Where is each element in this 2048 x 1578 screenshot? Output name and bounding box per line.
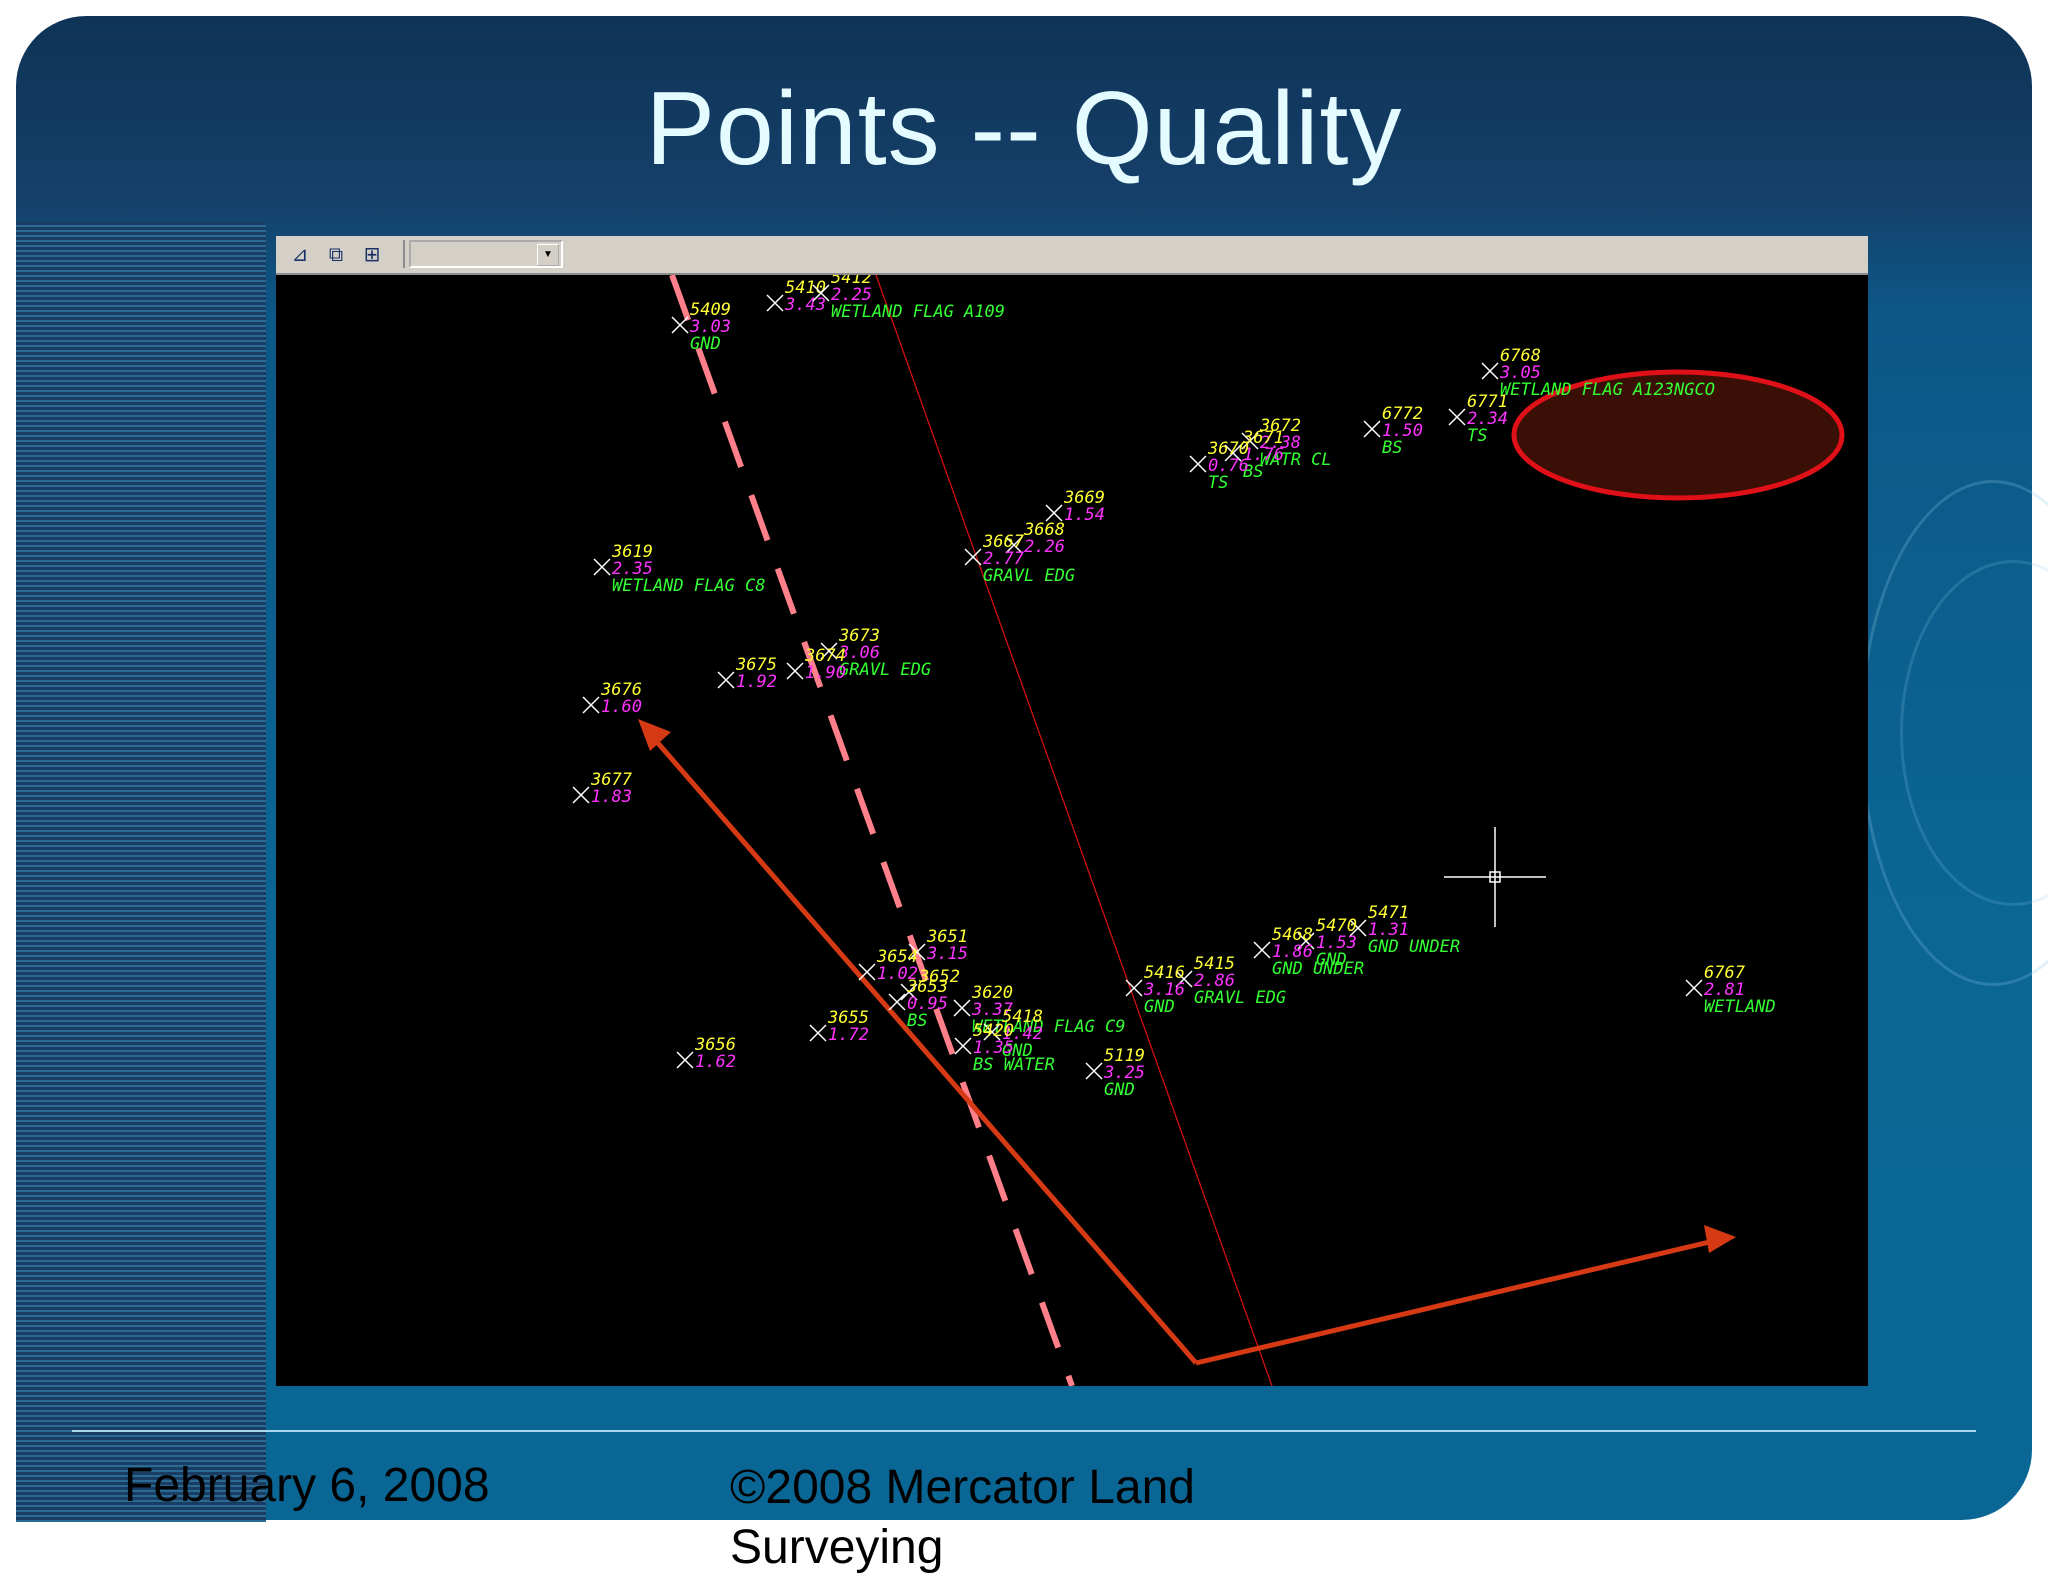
point-elevation-label: 2.26 <box>1024 537 1065 557</box>
point-elevation-label: 1.83 <box>591 787 632 807</box>
survey-point-marker[interactable] <box>676 1051 694 1069</box>
point-description-label: BS <box>907 1011 927 1031</box>
footer-date: February 6, 2008 <box>124 1459 490 1512</box>
survey-point-marker[interactable] <box>1189 455 1207 473</box>
point-description-label: BS WATER <box>973 1055 1055 1075</box>
point-elevation-label: 3.15 <box>926 944 968 964</box>
survey-point-marker[interactable] <box>1085 1062 1103 1080</box>
survey-point-marker[interactable] <box>766 294 784 312</box>
survey-point-marker[interactable] <box>1253 941 1271 959</box>
footer-copyright: ©2008 Mercator Land Surveying <box>730 1461 1195 1574</box>
point-description-label: TS <box>1467 426 1487 446</box>
point-description-label: GND <box>1104 1080 1135 1100</box>
point-elevation-label: 3.43 <box>784 295 826 315</box>
point-description-label: WETLAND <box>1704 997 1776 1017</box>
point-elevation-label: 1.54 <box>1064 505 1105 525</box>
survey-point-marker[interactable] <box>1481 362 1499 380</box>
point-description-label: GND UNDER <box>1368 937 1460 957</box>
survey-points-layer: 54103.4354093.03GND54122.25WETLAND FLAG … <box>572 275 1776 1100</box>
point-elevation-label: 1.92 <box>736 672 777 692</box>
survey-point-marker[interactable] <box>1448 408 1466 426</box>
point-description-label: GND <box>1144 997 1175 1017</box>
cad-drawing-canvas[interactable]: 54103.4354093.03GND54122.25WETLAND FLAG … <box>276 275 1868 1386</box>
point-description-label: GRAVL EDG <box>983 566 1075 586</box>
point-description-label: GND UNDER <box>1272 959 1364 979</box>
survey-point-marker[interactable] <box>953 999 971 1017</box>
survey-point-marker[interactable] <box>671 316 689 334</box>
crosshair-cursor-icon <box>1444 827 1546 927</box>
toolbar-separator <box>403 240 405 268</box>
survey-point-marker[interactable] <box>1045 504 1063 522</box>
point-description-label: GRAVL EDG <box>1194 988 1286 1008</box>
point-description-label: TS <box>1208 473 1228 493</box>
survey-point-marker[interactable] <box>582 696 600 714</box>
point-elevation-label: 1.90 <box>805 663 846 683</box>
point-elevation-label: 1.62 <box>695 1052 736 1072</box>
striped-sidebar <box>16 222 266 1522</box>
layer-tools-icon[interactable]: ⊞ <box>358 240 386 268</box>
slide-title: Points -- Quality <box>645 71 1403 187</box>
point-description-label: WETLAND FLAG C8 <box>612 576 766 596</box>
survey-point-marker[interactable] <box>593 558 611 576</box>
survey-point-marker[interactable] <box>1685 979 1703 997</box>
arrowhead-right <box>1704 1225 1736 1253</box>
point-description-label: GRAVL EDG <box>839 660 931 680</box>
layer-swap-icon[interactable]: ⧉ <box>322 240 350 268</box>
survey-point-marker[interactable] <box>964 548 982 566</box>
dock-left-icon[interactable]: ⊿ <box>286 240 314 268</box>
chevron-down-icon[interactable]: ▼ <box>537 244 559 266</box>
point-elevation-label: 1.72 <box>828 1025 869 1045</box>
point-description-label: WETLAND FLAG A123NGCO <box>1500 380 1715 400</box>
survey-point-marker[interactable] <box>1125 979 1143 997</box>
survey-point-marker[interactable] <box>888 993 906 1011</box>
survey-point-marker[interactable] <box>1363 420 1381 438</box>
survey-point-marker[interactable] <box>786 662 804 680</box>
point-elevation-label: 1.60 <box>601 697 642 717</box>
point-description-label: BS <box>1382 438 1402 458</box>
arrow-shaft-right <box>1195 1237 1719 1366</box>
point-description-label: GND <box>690 334 721 354</box>
cad-viewport-window[interactable]: ⊿ ⧉ ⊞ ▼ 5410 3.43 5409 3.03 GND 5412 2.25 WETLA… <box>276 236 1868 1386</box>
survey-point-marker[interactable] <box>717 671 735 689</box>
survey-point-marker[interactable] <box>858 963 876 981</box>
footer-divider <box>72 1430 1976 1432</box>
survey-point-marker[interactable] <box>572 786 590 804</box>
arrowhead-left <box>638 719 671 751</box>
point-description-label: WETLAND FLAG A109 <box>831 302 1005 322</box>
cad-toolbar: ⊿ ⧉ ⊞ ▼ <box>276 236 1868 275</box>
layer-dropdown[interactable]: ▼ <box>409 240 563 268</box>
survey-point-marker[interactable] <box>809 1024 827 1042</box>
survey-point-marker[interactable] <box>954 1037 972 1055</box>
